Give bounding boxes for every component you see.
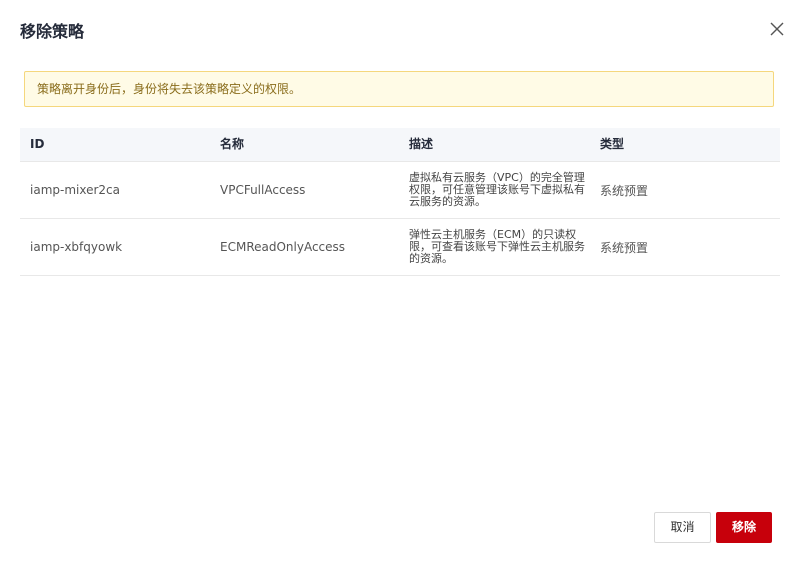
remove-policy-dialog: 移除策略 策略离开身份后，身份将失去该策略定义的权限。 ID 名称 描述 类型 …	[0, 0, 798, 581]
cell-description: 弹性云主机服务（ECM）的只读权限，可查看该账号下弹性云主机服务的资源。	[409, 228, 585, 265]
column-header-id: ID	[30, 137, 45, 151]
cell-description: 虚拟私有云服务（VPC）的完全管理权限，可任意管理该账号下虚拟私有云服务的资源。	[409, 171, 585, 208]
cell-id: iamp-mixer2ca	[30, 183, 120, 197]
column-header-type: 类型	[600, 137, 625, 151]
cell-type: 系统预置	[600, 183, 649, 198]
column-header-description: 描述	[409, 137, 434, 151]
table-header: ID 名称 描述 类型	[20, 128, 780, 162]
cell-name: ECMReadOnlyAccess	[220, 240, 346, 254]
close-icon[interactable]	[766, 18, 788, 40]
dialog-title: 移除策略	[20, 22, 85, 41]
cell-name: VPCFullAccess	[220, 183, 306, 197]
cell-id: iamp-xbfqyowk	[30, 240, 123, 254]
cancel-button[interactable]: 取消	[654, 512, 711, 543]
alert-text: 策略离开身份后，身份将失去该策略定义的权限。	[37, 82, 302, 96]
remove-button[interactable]: 移除	[716, 512, 772, 543]
cell-type: 系统预置	[600, 240, 649, 255]
policy-table: ID 名称 描述 类型 iamp-mixer2ca VPCFullAccess …	[20, 128, 780, 276]
column-header-name: 名称	[220, 137, 245, 151]
table-row: iamp-mixer2ca VPCFullAccess 虚拟私有云服务（VPC）…	[20, 162, 780, 219]
table-row: iamp-xbfqyowk ECMReadOnlyAccess 弹性云主机服务（…	[20, 219, 780, 276]
warning-alert: 策略离开身份后，身份将失去该策略定义的权限。	[24, 71, 774, 107]
